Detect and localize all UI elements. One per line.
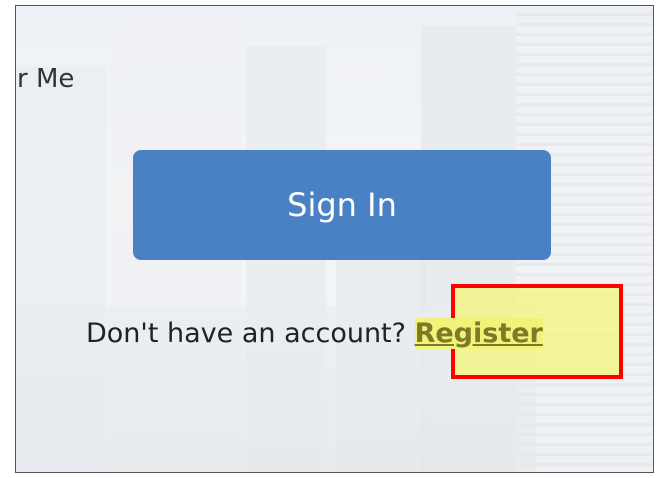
- sign-in-button[interactable]: Sign In: [133, 150, 551, 260]
- register-prompt: Don't have an account? Register: [86, 318, 543, 349]
- login-panel: r Me Sign In Don't have an account? Regi…: [15, 5, 654, 473]
- remember-me-label[interactable]: r Me: [17, 64, 74, 94]
- register-link[interactable]: Register: [414, 318, 543, 349]
- no-account-text: Don't have an account?: [86, 318, 415, 349]
